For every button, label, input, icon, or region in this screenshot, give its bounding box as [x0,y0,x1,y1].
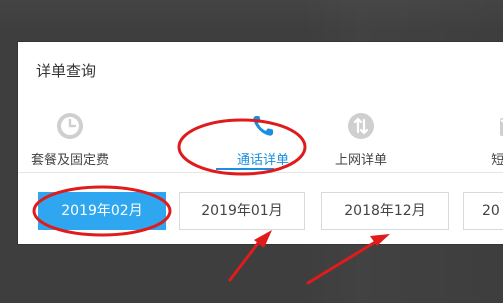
tabs-divider [18,172,503,173]
month-button-2019-02[interactable]: 2019年02月 [38,192,166,230]
tab-sms-mms[interactable]: 短信/彩 [458,104,503,172]
phone-icon [249,112,277,140]
month-button-2018-12[interactable]: 2018年12月 [321,192,449,230]
envelope-icon [499,112,503,140]
data-transfer-icon [347,112,375,140]
tab-package-fixed-fee[interactable]: 套餐及固定费 [18,104,125,172]
tab-label: 短信/彩 [491,153,503,168]
month-button-partial[interactable]: 20 [463,192,503,230]
clock-icon [56,112,84,140]
active-tab-indicator [216,168,274,170]
tab-call-details[interactable]: 通话详单 [208,104,318,172]
month-button-2019-01[interactable]: 2019年01月 [179,192,305,230]
detail-query-dialog: 详单查询 套餐及固定费 通话详单 上网详单 短 2019年02月 2019年01… [18,42,503,244]
tab-label: 上网详单 [334,153,387,168]
tab-label: 套餐及固定费 [30,153,109,168]
tab-label: 通话详单 [236,153,289,168]
tab-internet-details[interactable]: 上网详单 [306,104,416,172]
month-selector: 2019年02月 2019年01月 2018年12月 20 [18,192,503,232]
category-tabs: 套餐及固定费 通话详单 上网详单 短 [18,104,503,174]
dialog-title: 详单查询 [36,62,97,80]
